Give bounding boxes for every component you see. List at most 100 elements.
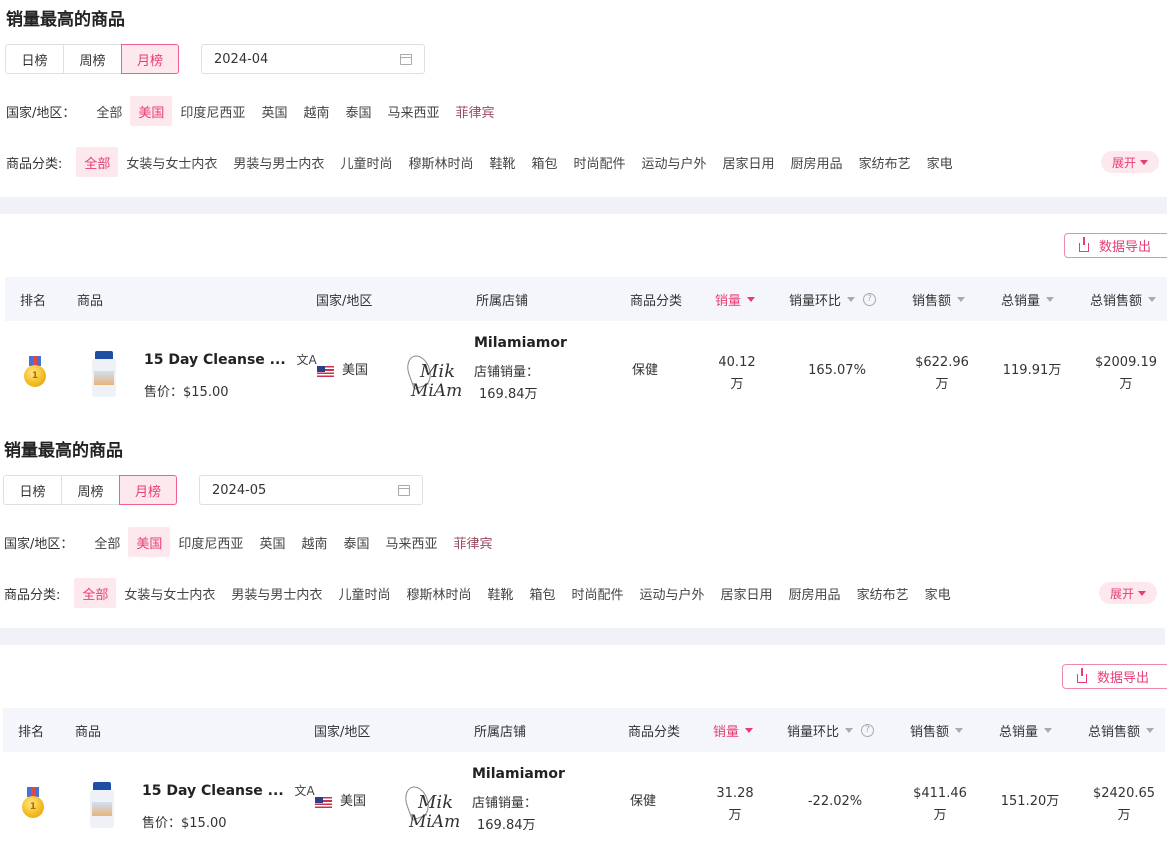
caret-down-icon	[1140, 159, 1148, 165]
category-accessories[interactable]: 时尚配件	[566, 147, 634, 177]
col-total-revenue[interactable]: 总销售额	[1090, 277, 1157, 321]
product-name[interactable]: 15 Day Cleanse ... 文A	[144, 351, 317, 368]
col-total-revenue[interactable]: 总销售额	[1088, 708, 1155, 752]
category-womens[interactable]: 女装与女士内衣	[116, 578, 223, 608]
help-icon[interactable]: ?	[863, 292, 877, 306]
col-rank: 排名	[18, 724, 45, 740]
expand-button[interactable]: 展开	[1101, 151, 1159, 173]
col-sales[interactable]: 销量	[713, 708, 754, 752]
sort-icon	[1044, 727, 1053, 733]
tab-weekly[interactable]: 周榜	[63, 44, 122, 74]
category-muslim[interactable]: 穆斯林时尚	[400, 147, 481, 177]
category-sports[interactable]: 运动与户外	[634, 147, 715, 177]
category-all[interactable]: 全部	[74, 578, 117, 608]
product-image[interactable]	[89, 782, 115, 828]
col-total-sales[interactable]: 总销量	[999, 708, 1053, 752]
country-uk[interactable]: 英国	[253, 96, 295, 126]
sort-icon	[957, 296, 966, 302]
medal-rank-number: 1	[22, 796, 44, 818]
country-philippines[interactable]: 菲律宾	[446, 527, 501, 557]
shop-logo-text: MiAm	[411, 381, 463, 401]
category-mens[interactable]: 男装与男士内衣	[225, 147, 332, 177]
col-total-revenue-label: 总销售额	[1090, 293, 1143, 309]
country-vietnam[interactable]: 越南	[293, 527, 335, 557]
gold-medal-icon: 1	[22, 787, 44, 821]
country-filter: 国家/地区： 全部 美国 印度尼西亚 英国 越南 泰国 马来西亚 菲律宾	[4, 527, 501, 557]
category-mens[interactable]: 男装与男士内衣	[223, 578, 330, 608]
revenue-unit: 万	[933, 808, 947, 823]
category-shoes[interactable]: 鞋靴	[481, 147, 523, 177]
col-total-sales[interactable]: 总销量	[1001, 277, 1055, 321]
col-sales-change[interactable]: 销量环比 ?	[787, 708, 875, 752]
export-button[interactable]: 数据导出	[1062, 664, 1167, 689]
country-malaysia[interactable]: 马来西亚	[379, 96, 447, 126]
product-name[interactable]: 15 Day Cleanse ... 文A	[142, 782, 315, 799]
tab-monthly[interactable]: 月榜	[121, 44, 179, 74]
top-products-panel: 销量最高的商品 日榜 周榜 月榜 2024-05 国家/地区： 全部 美国 印度…	[0, 431, 1167, 859]
shop-logo[interactable]: Mik MiAm	[403, 349, 463, 405]
country-us[interactable]: 美国	[128, 527, 171, 557]
country-malaysia[interactable]: 马来西亚	[377, 527, 445, 557]
category-appliances[interactable]: 家电	[917, 578, 959, 608]
country-philippines[interactable]: 菲律宾	[448, 96, 503, 126]
category-sports[interactable]: 运动与户外	[632, 578, 713, 608]
category-appliances[interactable]: 家电	[919, 147, 961, 177]
period-tabs: 日榜 周榜 月榜	[3, 475, 177, 505]
expand-button[interactable]: 展开	[1099, 582, 1157, 604]
col-sales[interactable]: 销量	[715, 277, 756, 321]
translate-icon[interactable]: 文A	[297, 353, 317, 367]
category-bags[interactable]: 箱包	[523, 147, 565, 177]
country-all[interactable]: 全部	[86, 527, 128, 557]
tab-weekly[interactable]: 周榜	[61, 475, 120, 505]
category-bags[interactable]: 箱包	[521, 578, 563, 608]
help-icon[interactable]: ?	[861, 723, 875, 737]
sort-desc-icon	[745, 727, 754, 733]
country-indonesia[interactable]: 印度尼西亚	[172, 96, 253, 126]
revenue-unit: 万	[935, 377, 949, 392]
caret-down-icon	[1138, 590, 1146, 596]
country-filter-label: 国家/地区：	[4, 536, 74, 552]
translate-icon[interactable]: 文A	[295, 784, 315, 798]
category-textiles[interactable]: 家纺布艺	[851, 147, 919, 177]
category-home[interactable]: 居家日用	[713, 578, 781, 608]
col-revenue[interactable]: 销售额	[912, 277, 966, 321]
category-kitchen[interactable]: 厨房用品	[783, 147, 851, 177]
category-muslim[interactable]: 穆斯林时尚	[398, 578, 479, 608]
product-price: 售价：$15.00	[142, 816, 227, 831]
col-sales-change[interactable]: 销量环比 ?	[789, 277, 877, 321]
table-row[interactable]: 1 15 Day Cleanse ... 文A 售价：$15.00 美国 Mik…	[3, 752, 1165, 852]
shop-name[interactable]: Milamiamor	[472, 766, 565, 782]
category-textiles[interactable]: 家纺布艺	[849, 578, 917, 608]
country-all[interactable]: 全部	[88, 96, 130, 126]
col-revenue[interactable]: 销售额	[910, 708, 964, 752]
date-picker[interactable]: 2024-05	[199, 475, 423, 505]
country-us[interactable]: 美国	[130, 96, 173, 126]
category-all[interactable]: 全部	[76, 147, 119, 177]
category-kitchen[interactable]: 厨房用品	[781, 578, 849, 608]
shop-name[interactable]: Milamiamor	[474, 335, 567, 351]
export-button[interactable]: 数据导出	[1064, 233, 1167, 258]
product-image[interactable]	[91, 351, 117, 397]
revenue-cell: $411.46 万	[898, 780, 982, 830]
tab-daily[interactable]: 日榜	[5, 44, 64, 74]
tab-monthly[interactable]: 月榜	[119, 475, 177, 505]
country-cell: 美国	[317, 360, 368, 382]
category-accessories[interactable]: 时尚配件	[564, 578, 632, 608]
date-picker[interactable]: 2024-04	[201, 44, 425, 74]
category-womens[interactable]: 女装与女士内衣	[118, 147, 225, 177]
category-shoes[interactable]: 鞋靴	[479, 578, 521, 608]
country-thailand[interactable]: 泰国	[335, 527, 377, 557]
country-indonesia[interactable]: 印度尼西亚	[170, 527, 251, 557]
country-vietnam[interactable]: 越南	[295, 96, 337, 126]
total-revenue-cell: $2009.19 万	[1084, 349, 1167, 399]
tab-daily[interactable]: 日榜	[3, 475, 62, 505]
country-uk[interactable]: 英国	[251, 527, 293, 557]
total-revenue-value: $2009.19	[1094, 355, 1158, 370]
category-home[interactable]: 居家日用	[715, 147, 783, 177]
table-row[interactable]: 1 15 Day Cleanse ... 文A 售价：$15.00 美国 Mik…	[5, 321, 1167, 421]
shop-logo[interactable]: Mik MiAm	[401, 780, 460, 836]
category-kids[interactable]: 儿童时尚	[330, 578, 398, 608]
col-shop: 所属店铺	[476, 293, 529, 309]
category-kids[interactable]: 儿童时尚	[332, 147, 400, 177]
country-thailand[interactable]: 泰国	[337, 96, 379, 126]
